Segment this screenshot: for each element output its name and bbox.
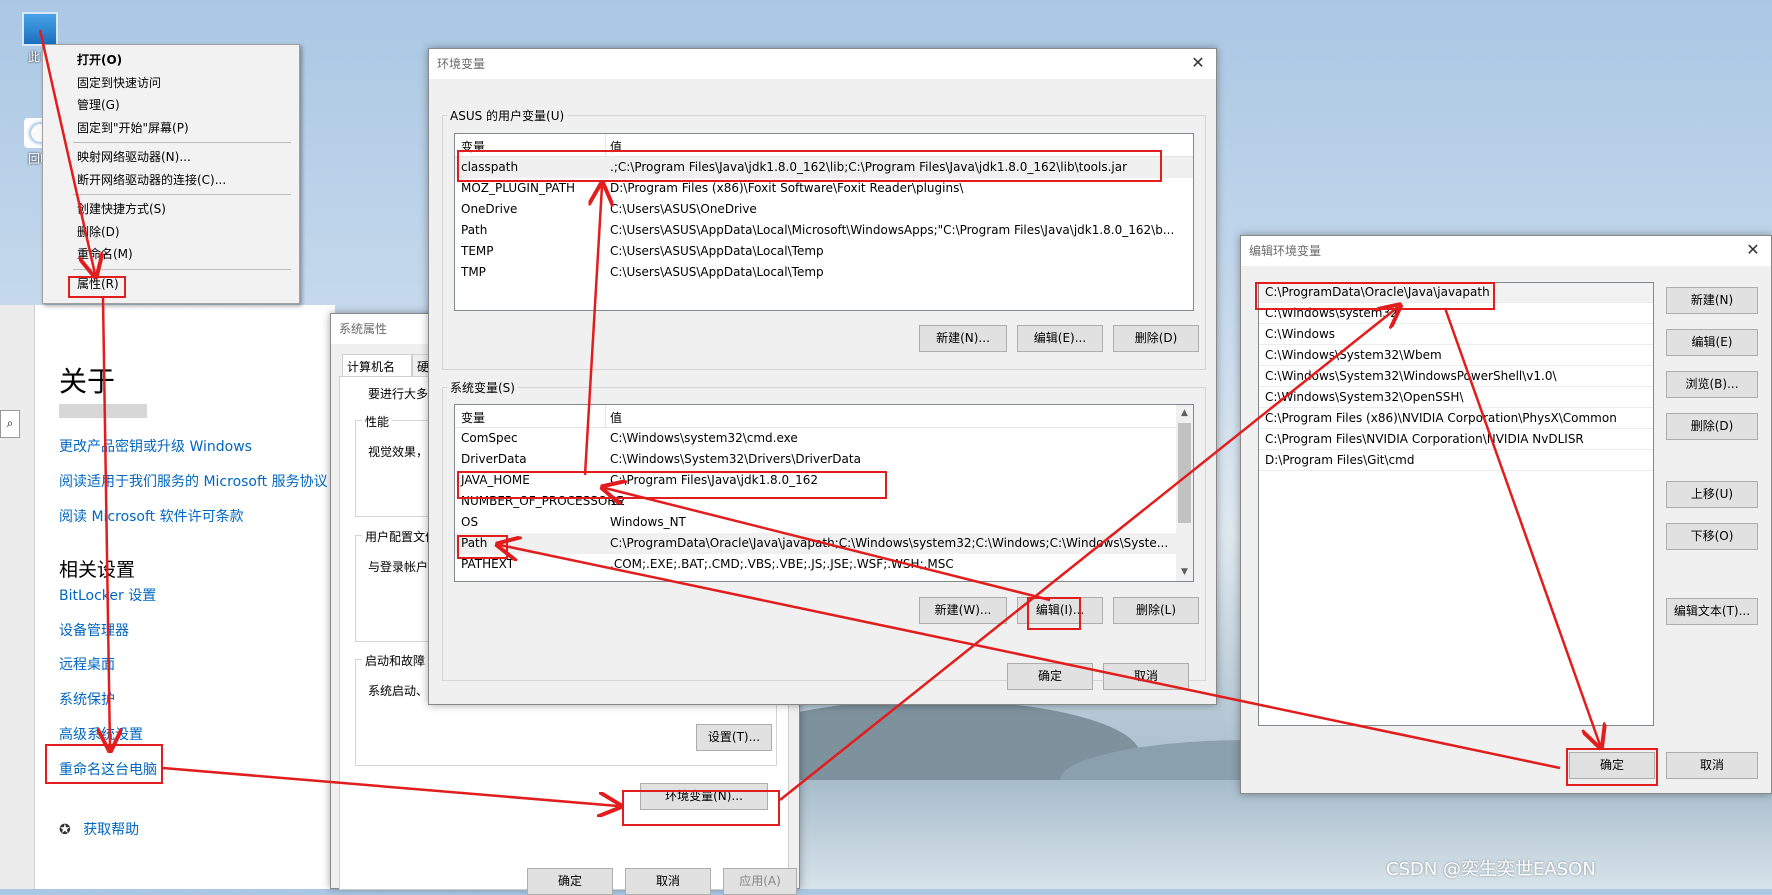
arrow-advanced-to-env	[162, 766, 618, 806]
annotation-arrows	[38, 29, 1772, 889]
arrow-javapath-to-ok	[1443, 307, 1600, 745]
arrow-edit-to-javahome	[605, 488, 1051, 602]
arrow-icon-to-properties	[38, 29, 95, 274]
watermark: CSDN @奕生奕世EASON	[1386, 859, 1596, 880]
arrow-properties-to-advanced	[103, 297, 110, 748]
arrow-env-to-javapath	[779, 307, 1398, 801]
arrow-javahome-to-classpath	[583, 186, 602, 476]
arrow-ok-to-path	[500, 545, 1561, 770]
